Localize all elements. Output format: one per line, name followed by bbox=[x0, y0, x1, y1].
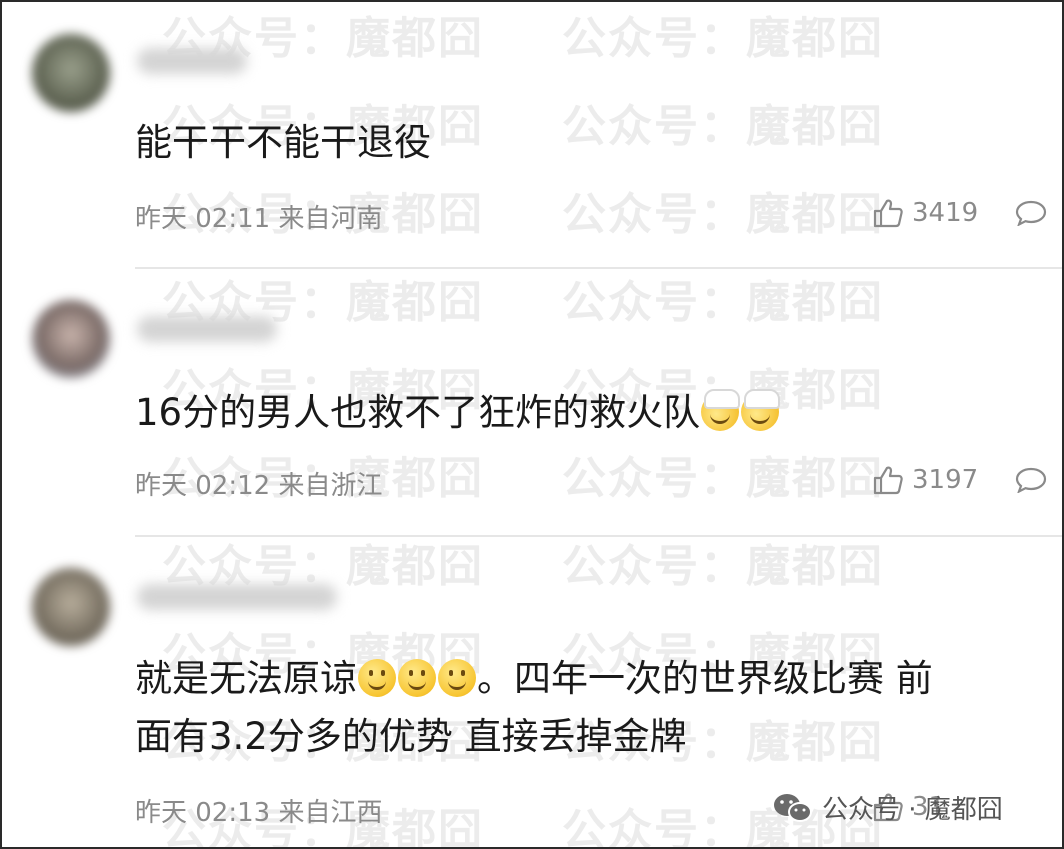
like-count: 3419 bbox=[912, 198, 979, 228]
comment-meta: 昨天 02:11 来自河南 bbox=[135, 198, 382, 235]
comment-text: 就是无法原谅 。四年一次的世界级比赛 前 面有3.2分多的优势 直接丢掉金牌 bbox=[135, 650, 1038, 766]
avatar[interactable] bbox=[32, 34, 110, 112]
comment-location: 来自浙江 bbox=[278, 471, 383, 501]
comment-text: 能干干不能干退役 bbox=[135, 121, 431, 164]
comment-item: 能干干不能干退役 昨天 02:11 来自河南 3419 bbox=[2, 2, 1062, 268]
comment-text-part: 。四年一次的世界级比赛 前 bbox=[477, 657, 933, 700]
wechat-icon bbox=[774, 793, 812, 822]
comment-time: 昨天 02:12 bbox=[135, 471, 271, 501]
like-button[interactable]: 3419 bbox=[872, 198, 978, 228]
comment-location: 来自江西 bbox=[278, 798, 383, 828]
username-blurred[interactable] bbox=[137, 584, 337, 610]
smile-emoji-icon bbox=[398, 659, 436, 697]
smile-emoji-icon bbox=[358, 659, 396, 697]
wechat-brand-watermark: 公众号 · 魔都囧 bbox=[772, 789, 1003, 826]
comment-item: 16分的男人也救不了狂炸的救火队 昨天 02:12 来自浙江 3197 bbox=[2, 268, 1062, 536]
comment-text-part: 就是无法原谅 bbox=[135, 657, 357, 700]
comment-text-part: 面有3.2分多的优势 直接丢掉金牌 bbox=[135, 715, 687, 758]
scholar-emoji-icon bbox=[741, 389, 781, 431]
username-blurred[interactable] bbox=[137, 316, 277, 342]
thumbs-up-icon bbox=[873, 466, 903, 495]
comment-meta: 昨天 02:12 来自浙江 bbox=[135, 465, 382, 502]
like-count: 3197 bbox=[912, 465, 979, 495]
avatar[interactable] bbox=[32, 568, 110, 646]
comment-meta: 昨天 02:13 来自江西 bbox=[135, 792, 382, 829]
comment-text-content: 16分的男人也救不了狂炸的救火队 bbox=[135, 391, 701, 434]
scholar-emoji-icon bbox=[701, 389, 741, 431]
comment-time: 昨天 02:11 bbox=[135, 204, 271, 234]
comment-bubble-icon[interactable] bbox=[1015, 200, 1047, 226]
comment-text: 16分的男人也救不了狂炸的救火队 bbox=[135, 384, 1038, 442]
avatar[interactable] bbox=[32, 300, 110, 378]
smile-emoji-icon bbox=[438, 659, 476, 697]
comment-time: 昨天 02:13 bbox=[135, 798, 271, 828]
comment-screenshot: 公众号：魔都囧 公众号：魔都囧 公众号：魔都囧 公众号：魔都囧 公众号：魔都囧 … bbox=[0, 0, 1064, 849]
comment-location: 来自河南 bbox=[278, 204, 383, 234]
brand-label: 公众号 · 魔都囧 bbox=[822, 795, 1003, 825]
like-button[interactable]: 3197 bbox=[872, 465, 978, 495]
username-blurred[interactable] bbox=[137, 48, 247, 74]
comment-bubble-icon[interactable] bbox=[1015, 467, 1047, 493]
thumbs-up-icon bbox=[873, 199, 903, 228]
